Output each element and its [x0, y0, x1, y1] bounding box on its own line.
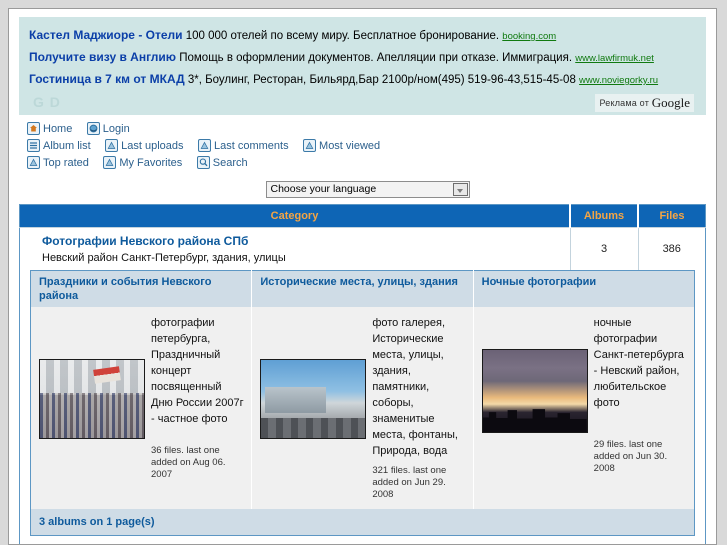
language-selector-row: Choose your language [9, 179, 716, 199]
category-file-count: 386 [637, 227, 706, 271]
album-title-link[interactable]: Исторические места, улицы, здания [251, 270, 474, 308]
album-title-link[interactable]: Праздники и события Невского района [30, 270, 253, 308]
last-comments-icon [197, 138, 211, 152]
city-street-thumbnail[interactable] [260, 359, 367, 440]
album-meta: 29 files. last one added on Jun 30. 2008 [593, 439, 668, 475]
ads-by-google-label: Реклама от Google [595, 94, 694, 112]
ad-row: Получите визу в Англию Помощь в оформлен… [29, 47, 696, 69]
nav-row-2: Album list Last uploads Last comments Mo… [27, 138, 697, 154]
category-table-header: Category Albums Files [19, 204, 706, 228]
album-thumbnail-link[interactable] [37, 313, 147, 440]
album-cell: ночные фотографии Санкт-петербурга - Нев… [473, 307, 695, 510]
album-footer-row: 3 albums on 1 page(s) [30, 509, 695, 536]
album-grid-row: Праздники и события Невского района Исто… [19, 270, 706, 544]
nav-label: Album list [43, 140, 91, 153]
google-wordmark: Google [651, 95, 690, 110]
category-description: Невский район Санкт-Петербург, здания, у… [42, 252, 286, 265]
album-thumbnail-link[interactable] [480, 313, 590, 434]
category-table: Category Albums Files Фотографии Невског… [19, 204, 706, 544]
ad-row: Кастел Маджиоре - Отели 100 000 отелей п… [29, 25, 696, 47]
category-row: Фотографии Невского района СПб Невский р… [19, 227, 706, 271]
ad-title-link[interactable]: Гостиница в 7 км от МКАД [29, 72, 185, 86]
nav-item-most-viewed[interactable]: Most viewed [303, 138, 380, 154]
album-cell: фото галерея, Исторические места, улицы,… [251, 307, 474, 510]
album-header-row: Праздники и события Невского района Исто… [30, 270, 695, 308]
nav-label: Last uploads [121, 140, 184, 153]
google-ads-block: Кастел Маджиоре - Отели 100 000 отелей п… [19, 17, 706, 115]
ads-by-google-prefix: Реклама от [599, 98, 650, 108]
screenshot-root: Кастел Маджиоре - Отели 100 000 отелей п… [0, 0, 727, 545]
chevron-down-icon[interactable] [452, 183, 468, 197]
nav-label: Top rated [43, 157, 89, 170]
ad-url-link[interactable]: www.noviegorky.ru [579, 75, 658, 86]
album-thumbnail-link[interactable] [258, 313, 368, 440]
home-icon [27, 121, 40, 135]
album-table: Праздники и события Невского района Исто… [30, 270, 695, 537]
ad-body-text: 100 000 отелей по всему миру. Бесплатное… [185, 30, 500, 42]
gallery-page: Кастел Маджиоре - Отели 100 000 отелей п… [9, 9, 716, 544]
album-content-row: фотографии петербурга, Праздничный конце… [30, 307, 695, 510]
category-cell: Фотографии Невского района СПб Невский р… [19, 227, 570, 271]
album-list-icon [27, 138, 40, 152]
google-watermark: G D [33, 94, 61, 110]
column-header-albums: Albums [570, 204, 639, 228]
nav-label: Most viewed [319, 140, 381, 153]
album-description: ночные фотографии Санкт-петербурга - Нев… [593, 317, 684, 410]
ad-attribution: G D Реклама от Google [29, 91, 696, 112]
last-uploads-icon [105, 138, 119, 152]
most-viewed-icon [303, 138, 317, 152]
nav-item-home[interactable]: Home [27, 121, 72, 137]
nav-label: Search [212, 157, 248, 170]
ad-url-link[interactable]: booking.com [502, 31, 556, 42]
album-description: фото галерея, Исторические места, улицы,… [372, 317, 458, 458]
night-skyline-thumbnail[interactable] [481, 349, 588, 434]
album-meta: 36 files. last one added on Aug 06. 2007 [151, 445, 226, 481]
nav-item-login[interactable]: Login [86, 121, 130, 137]
ad-title-link[interactable]: Получите визу в Англию [29, 50, 176, 64]
ad-body-text: Помощь в оформлении документов. Апелляци… [179, 52, 573, 64]
login-icon [86, 121, 100, 135]
ad-body-text: 3*, Боулинг, Ресторан, Бильярд,Бар 2100р… [187, 74, 576, 86]
ad-row: Гостиница в 7 км от МКАД 3*, Боулинг, Ре… [29, 69, 696, 91]
nav-label: Login [102, 123, 130, 136]
ad-url-link[interactable]: www.lawfirmuk.net [575, 53, 654, 64]
search-icon [196, 155, 210, 169]
album-title-link[interactable]: Ночные фотографии [473, 270, 695, 308]
nav-item-last-comments[interactable]: Last comments [197, 138, 289, 154]
favorites-icon [103, 155, 117, 169]
nav-label: My Favorites [119, 157, 183, 170]
album-meta: 321 files. last one added on Jun 29. 200… [372, 465, 447, 501]
language-select[interactable]: Choose your language [265, 181, 470, 199]
nav-item-album-list[interactable]: Album list [27, 138, 91, 154]
nav-item-my-favorites[interactable]: My Favorites [103, 155, 182, 171]
nav-item-top-rated[interactable]: Top rated [27, 155, 89, 171]
browser-viewport: Кастел Маджиоре - Отели 100 000 отелей п… [8, 8, 717, 545]
album-page-count: 3 albums on 1 page(s) [30, 509, 695, 536]
column-header-category: Category [19, 204, 571, 228]
nav-row-1: Home Login [27, 121, 697, 137]
main-navigation: Home Login Album list Last uploads Last … [27, 121, 697, 171]
nav-row-3: Top rated My Favorites Search [27, 155, 697, 171]
nav-item-last-uploads[interactable]: Last uploads [105, 138, 184, 154]
nav-item-search[interactable]: Search [196, 155, 248, 171]
crowd-with-flag-thumbnail[interactable] [39, 359, 145, 440]
nav-label: Home [43, 123, 73, 136]
language-select-value: Choose your language [270, 183, 377, 196]
ad-title-link[interactable]: Кастел Маджиоре - Отели [29, 28, 183, 42]
flag-icon [93, 366, 121, 384]
category-album-count: 3 [569, 227, 638, 271]
nav-label: Last comments [213, 140, 289, 153]
category-title-link[interactable]: Фотографии Невского района СПб [42, 234, 570, 248]
album-description: фотографии петербурга, Праздничный конце… [151, 317, 244, 426]
top-rated-icon [27, 155, 40, 169]
column-header-files: Files [638, 204, 706, 228]
album-cell: фотографии петербурга, Праздничный конце… [30, 307, 253, 510]
album-grid-cell: Праздники и события Невского района Исто… [19, 270, 706, 544]
